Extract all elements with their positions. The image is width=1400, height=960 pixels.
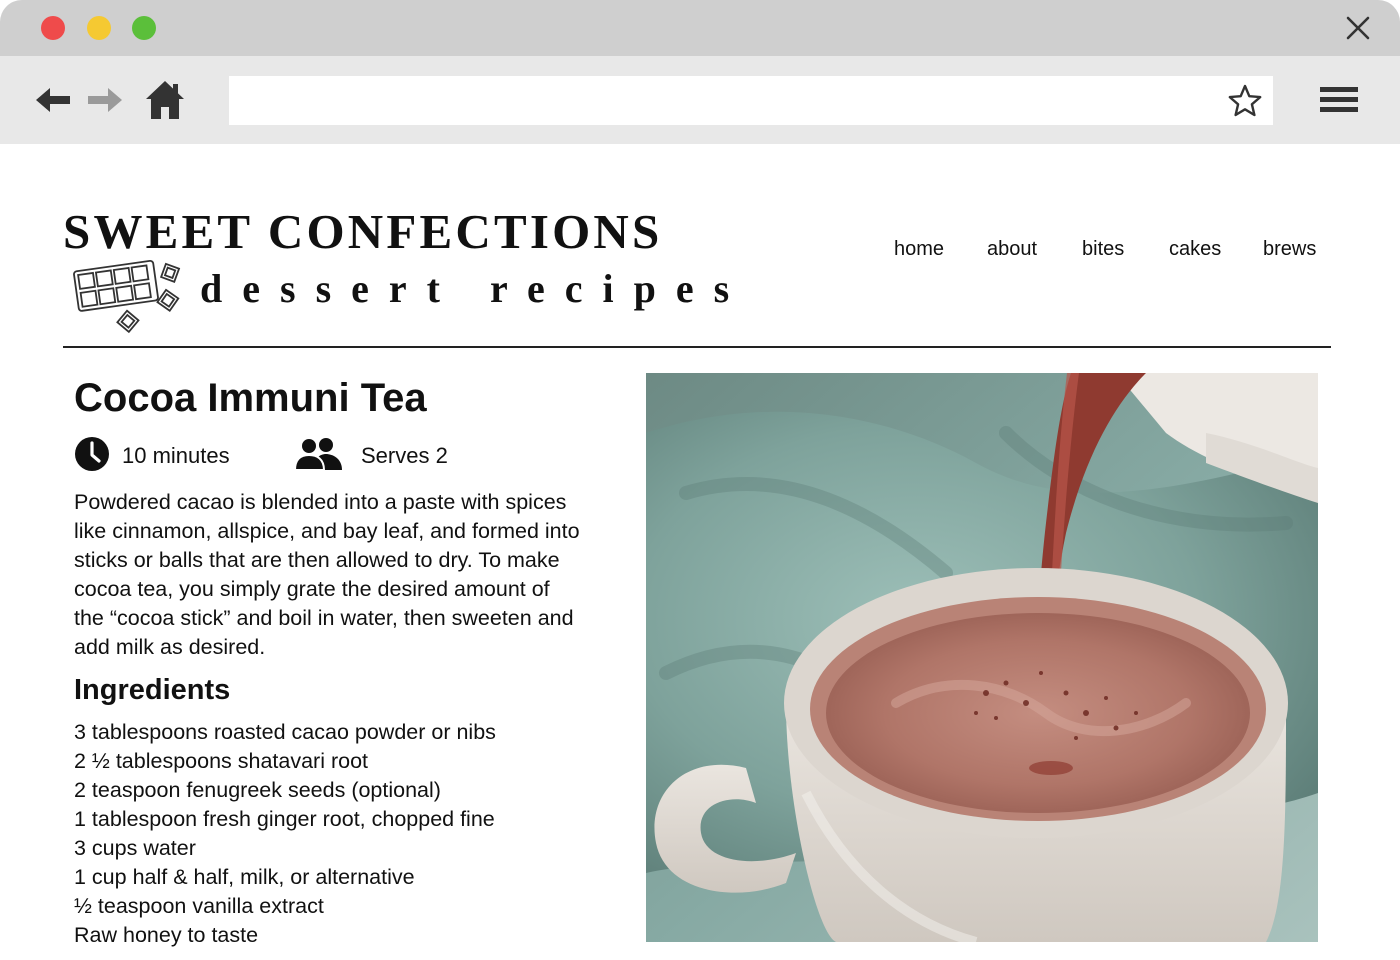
arrow-left-icon[interactable] [32, 78, 76, 122]
arrow-right-icon[interactable] [82, 78, 126, 122]
address-bar[interactable] [229, 76, 1273, 125]
nav-brews[interactable]: brews [1263, 238, 1316, 261]
site-nav: home about bites cakes brews [870, 238, 1332, 268]
ingredient-item: 1 cup half & half, milk, or alternative [74, 865, 415, 889]
ingredient-item: 1 tablespoon fresh ginger root, chopped … [74, 807, 495, 831]
ingredients-heading: Ingredients [74, 674, 231, 706]
nav-bites[interactable]: bites [1082, 238, 1124, 261]
ingredient-item: 2 ½ tablespoons shatavari root [74, 749, 369, 773]
home-icon[interactable] [143, 78, 187, 122]
hamburger-menu-icon[interactable] [1318, 82, 1362, 118]
nav-about[interactable]: about [987, 238, 1037, 261]
ingredients-list: 3 tablespoons roasted cacao powder or ni… [74, 718, 614, 950]
ingredient-item: 3 cups water [74, 836, 196, 860]
people-icon [293, 436, 343, 476]
ingredient-item: ½ teaspoon vanilla extract [74, 894, 324, 918]
window-titlebar [0, 0, 1400, 56]
nav-home[interactable]: home [894, 238, 944, 261]
site-subtitle: dessert recipes [200, 266, 750, 311]
servings-label: Serves 2 [361, 443, 448, 468]
star-icon[interactable] [1227, 83, 1263, 119]
clock-icon [74, 436, 110, 477]
recipe-time: 10 minutes [74, 436, 230, 476]
ingredient-item: 3 tablespoons roasted cacao powder or ni… [74, 720, 496, 744]
header-divider [63, 346, 1331, 348]
window-close-dot[interactable] [41, 16, 65, 40]
hot-cocoa-pour-photo [646, 373, 1318, 942]
site-title[interactable]: SWEET CONFECTIONS [63, 203, 662, 260]
time-label: 10 minutes [122, 443, 230, 468]
ingredient-item: Raw honey to taste [74, 923, 259, 947]
window-maximize-dot[interactable] [132, 16, 156, 40]
nav-cakes[interactable]: cakes [1169, 238, 1221, 261]
browser-toolbar [0, 56, 1400, 144]
window-minimize-dot[interactable] [87, 16, 111, 40]
close-icon[interactable] [1344, 14, 1372, 42]
recipe-title: Cocoa Immuni Tea [74, 376, 427, 420]
ingredient-item: 2 teaspoon fenugreek seeds (optional) [74, 778, 441, 802]
url-input[interactable] [229, 76, 1209, 125]
recipe-description: Powdered cacao is blended into a paste w… [74, 490, 580, 659]
chocolate-bar-icon [70, 256, 188, 338]
recipe-servings: Serves 2 [293, 436, 448, 476]
